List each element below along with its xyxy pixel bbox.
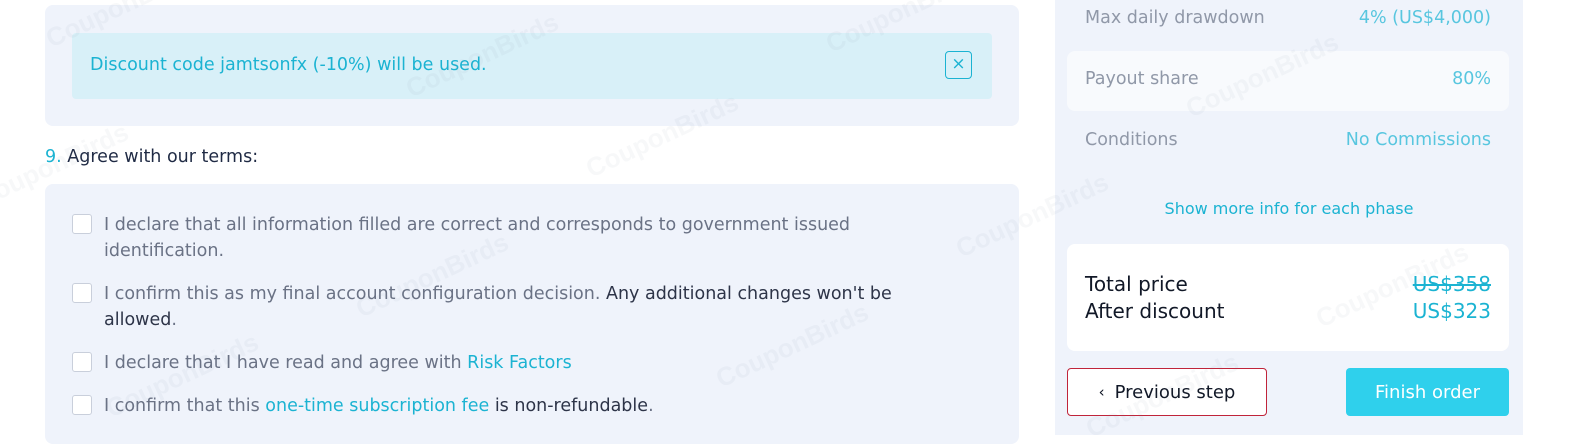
summary-row-conditions: Conditions No Commissions bbox=[1067, 112, 1509, 172]
step-number: 9. bbox=[45, 147, 62, 167]
terms-card: I declare that all information filled ar… bbox=[45, 184, 1019, 444]
subscription-fee-link[interactable]: one-time subscription fee bbox=[265, 396, 489, 416]
previous-step-label: Previous step bbox=[1114, 381, 1236, 403]
finish-order-label: Finish order bbox=[1375, 381, 1480, 403]
risk-factors-link[interactable]: Risk Factors bbox=[467, 353, 572, 373]
terms-heading: 9. Agree with our terms: bbox=[45, 147, 258, 167]
total-price-value: US$358 bbox=[1412, 272, 1491, 296]
summary-row-label: Max daily drawdown bbox=[1085, 8, 1265, 28]
total-price-label: Total price bbox=[1085, 272, 1188, 296]
terms-title: Agree with our terms: bbox=[67, 147, 259, 167]
discount-card: Discount code jamtsonfx (-10%) will be u… bbox=[45, 5, 1019, 126]
after-discount-value: US$323 bbox=[1412, 299, 1491, 323]
summary-row-label: Payout share bbox=[1085, 69, 1199, 89]
previous-step-button[interactable]: ‹ Previous step bbox=[1067, 368, 1267, 416]
checkbox[interactable] bbox=[72, 214, 92, 234]
term-text: I declare that I have read and agree wit… bbox=[104, 350, 959, 376]
checkbox[interactable] bbox=[72, 352, 92, 372]
summary-row-value: 4% (US$4,000) bbox=[1358, 8, 1491, 28]
discount-alert-text: Discount code jamtsonfx (-10%) will be u… bbox=[90, 55, 487, 75]
checkbox[interactable] bbox=[72, 395, 92, 415]
order-summary-panel: Max daily drawdown 4% (US$4,000) Payout … bbox=[1055, 0, 1523, 435]
discount-alert: Discount code jamtsonfx (-10%) will be u… bbox=[72, 33, 992, 99]
summary-row-payout-share: Payout share 80% bbox=[1067, 51, 1509, 111]
term-text: I confirm that this one-time subscriptio… bbox=[104, 393, 959, 419]
term-text: I declare that all information filled ar… bbox=[104, 212, 959, 264]
term-text-main: I declare that all information filled ar… bbox=[104, 215, 851, 261]
summary-row-max-daily-drawdown: Max daily drawdown 4% (US$4,000) bbox=[1067, 0, 1509, 50]
close-icon[interactable]: × bbox=[945, 51, 972, 79]
term-text-suffix: . bbox=[171, 310, 177, 330]
term-text-strong: is non-refundable bbox=[489, 396, 649, 416]
price-card: Total price US$358 After discount US$323 bbox=[1067, 244, 1509, 351]
checkbox[interactable] bbox=[72, 283, 92, 303]
term-text-main: I confirm this as my final account confi… bbox=[104, 284, 606, 304]
summary-row-value: 80% bbox=[1452, 69, 1491, 89]
finish-order-button[interactable]: Finish order bbox=[1346, 368, 1509, 416]
summary-row-value: No Commissions bbox=[1345, 130, 1491, 150]
term-text-prefix: I confirm that this bbox=[104, 396, 266, 416]
term-text: I confirm this as my final account confi… bbox=[104, 281, 959, 333]
show-more-info-link[interactable]: Show more info for each phase bbox=[1055, 199, 1523, 218]
term-text-main: I declare that I have read and agree wit… bbox=[104, 353, 468, 373]
term-text-suffix: . bbox=[648, 396, 654, 416]
chevron-left-icon: ‹ bbox=[1098, 383, 1105, 401]
after-discount-label: After discount bbox=[1085, 299, 1225, 323]
summary-row-label: Conditions bbox=[1085, 130, 1178, 150]
